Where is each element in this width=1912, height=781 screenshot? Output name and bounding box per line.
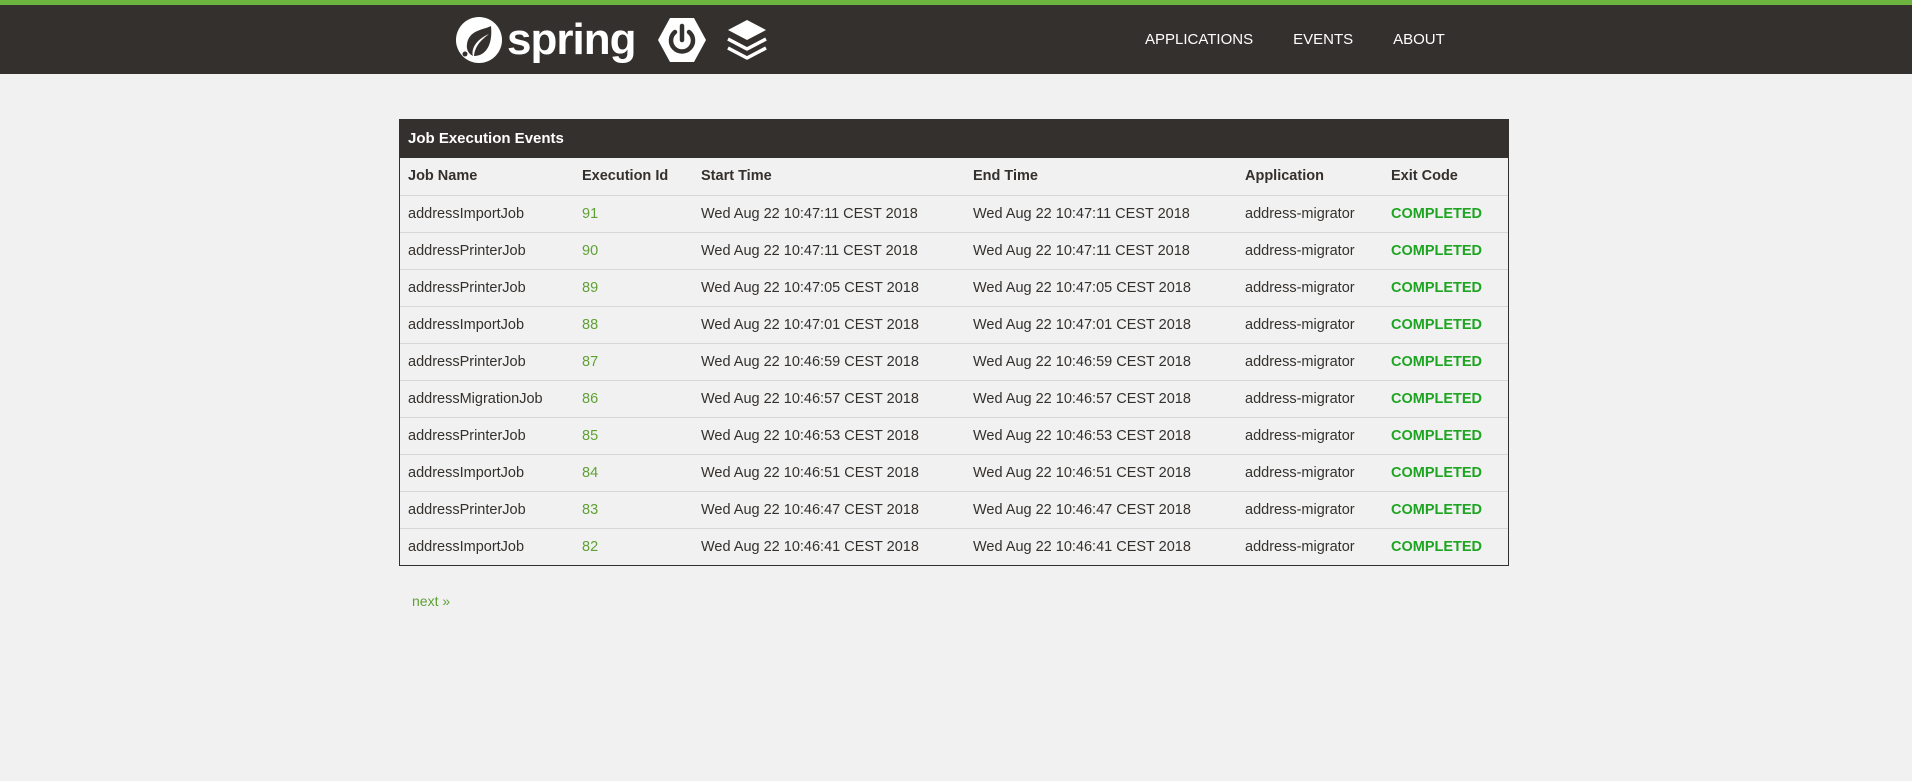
execution-id-link[interactable]: 83 — [582, 502, 598, 518]
table-row: addressPrinterJob 87 Wed Aug 22 10:46:59… — [400, 343, 1508, 381]
exit-code-cell: COMPLETED — [1383, 491, 1508, 529]
end-time-cell: Wed Aug 22 10:47:05 CEST 2018 — [965, 269, 1237, 307]
job-name-cell: addressImportJob — [400, 454, 574, 492]
exit-code-cell: COMPLETED — [1391, 538, 1483, 555]
application-cell: address-migrator — [1237, 491, 1383, 529]
end-time-cell: Wed Aug 22 10:46:47 CEST 2018 — [965, 491, 1237, 529]
start-time-cell: Wed Aug 22 10:47:01 CEST 2018 — [693, 306, 965, 344]
application-cell: address-migrator — [1237, 195, 1383, 233]
brand-wordmark: spring — [507, 15, 636, 64]
job-name-cell: addressMigrationJob — [400, 380, 574, 418]
application-cell: address-migrator — [1237, 269, 1383, 307]
execution-id-link[interactable]: 91 — [582, 206, 598, 222]
stack-layers-icon — [727, 20, 768, 60]
execution-id-link[interactable]: 90 — [582, 243, 598, 259]
job-name-cell: addressImportJob — [400, 306, 574, 344]
execution-id-link[interactable]: 85 — [582, 428, 598, 444]
application-cell: address-migrator — [1237, 232, 1383, 270]
table-row: addressImportJob 91 Wed Aug 22 10:47:11 … — [400, 195, 1508, 233]
table-header-row: Job Name Execution Id Start Time End Tim… — [400, 158, 1508, 196]
job-name-cell: addressPrinterJob — [400, 491, 574, 529]
exit-code-cell: COMPLETED — [1383, 232, 1508, 270]
column-header-execution-id: Execution Id — [574, 158, 693, 196]
application-cell: address-migrator — [1237, 380, 1383, 418]
execution-id-link[interactable]: 86 — [582, 391, 598, 407]
exit-code-cell: COMPLETED — [1383, 195, 1508, 233]
application-cell: address-migrator — [1237, 343, 1383, 381]
end-time-cell: Wed Aug 22 10:46:59 CEST 2018 — [965, 343, 1237, 381]
end-time-cell: Wed Aug 22 10:47:11 CEST 2018 — [965, 195, 1237, 233]
main-nav: APPLICATIONS EVENTS ABOUT — [1145, 31, 1485, 48]
job-execution-events-panel: Job Execution Events Job Name Execution … — [399, 119, 1509, 566]
table-row: addressPrinterJob 85 Wed Aug 22 10:46:53… — [400, 417, 1508, 455]
table-row: addressImportJob 82 Wed Aug 22 10:46:41 … — [400, 528, 1508, 565]
end-time-cell: Wed Aug 22 10:46:57 CEST 2018 — [965, 380, 1237, 418]
job-name-cell: addressImportJob — [408, 538, 525, 555]
exit-code-cell: COMPLETED — [1383, 306, 1508, 344]
execution-id-link[interactable]: 84 — [582, 465, 598, 481]
brand[interactable]: spring — [455, 15, 769, 65]
execution-id-link[interactable]: 87 — [582, 354, 598, 370]
exit-code-cell: COMPLETED — [1383, 454, 1508, 492]
spring-leaf-icon — [456, 17, 502, 63]
start-time-cell: Wed Aug 22 10:46:53 CEST 2018 — [693, 417, 965, 455]
pagination-next-link[interactable]: next » — [412, 593, 450, 609]
end-time-cell: Wed Aug 22 10:47:01 CEST 2018 — [965, 306, 1237, 344]
nav-events-link[interactable]: EVENTS — [1293, 31, 1353, 48]
table-row: addressPrinterJob 89 Wed Aug 22 10:47:05… — [400, 269, 1508, 307]
column-header-exit-code: Exit Code — [1383, 158, 1508, 196]
start-time-cell: Wed Aug 22 10:46:47 CEST 2018 — [693, 491, 965, 529]
start-time-cell: Wed Aug 22 10:47:11 CEST 2018 — [693, 195, 965, 233]
start-time-cell: Wed Aug 22 10:46:41 CEST 2018 — [701, 538, 919, 555]
end-time-cell: Wed Aug 22 10:47:11 CEST 2018 — [965, 232, 1237, 270]
start-time-cell: Wed Aug 22 10:46:51 CEST 2018 — [693, 454, 965, 492]
exit-code-cell: COMPLETED — [1383, 380, 1508, 418]
start-time-cell: Wed Aug 22 10:46:59 CEST 2018 — [693, 343, 965, 381]
nav-about-link[interactable]: ABOUT — [1393, 31, 1445, 48]
end-time-cell: Wed Aug 22 10:46:41 CEST 2018 — [973, 538, 1191, 555]
job-name-cell: addressImportJob — [400, 195, 574, 233]
start-time-cell: Wed Aug 22 10:47:05 CEST 2018 — [693, 269, 965, 307]
exit-code-cell: COMPLETED — [1383, 269, 1508, 307]
column-header-start-time: Start Time — [693, 158, 965, 196]
column-header-application: Application — [1237, 158, 1383, 196]
job-name-cell: addressPrinterJob — [400, 417, 574, 455]
spring-boot-power-icon — [658, 18, 707, 62]
execution-id-link[interactable]: 89 — [582, 280, 598, 296]
job-execution-table: Job Name Execution Id Start Time End Tim… — [400, 158, 1508, 565]
start-time-cell: Wed Aug 22 10:47:11 CEST 2018 — [693, 232, 965, 270]
execution-id-link[interactable]: 88 — [582, 317, 598, 333]
top-navbar: spring APPLICATIONS EVENTS ABOUT — [0, 0, 1912, 74]
table-row: addressImportJob 84 Wed Aug 22 10:46:51 … — [400, 454, 1508, 492]
execution-id-link[interactable]: 82 — [582, 539, 598, 555]
table-row: addressImportJob 88 Wed Aug 22 10:47:01 … — [400, 306, 1508, 344]
exit-code-cell: COMPLETED — [1383, 417, 1508, 455]
end-time-cell: Wed Aug 22 10:46:53 CEST 2018 — [965, 417, 1237, 455]
job-name-cell: addressPrinterJob — [400, 269, 574, 307]
application-cell: address-migrator — [1237, 454, 1383, 492]
application-cell: address-migrator — [1237, 306, 1383, 344]
table-row: addressPrinterJob 90 Wed Aug 22 10:47:11… — [400, 232, 1508, 270]
start-time-cell: Wed Aug 22 10:46:57 CEST 2018 — [693, 380, 965, 418]
end-time-cell: Wed Aug 22 10:46:51 CEST 2018 — [965, 454, 1237, 492]
job-name-cell: addressPrinterJob — [400, 343, 574, 381]
table-row: addressMigrationJob 86 Wed Aug 22 10:46:… — [400, 380, 1508, 418]
exit-code-cell: COMPLETED — [1383, 343, 1508, 381]
application-cell: address-migrator — [1245, 538, 1355, 555]
application-cell: address-migrator — [1237, 417, 1383, 455]
panel-title: Job Execution Events — [400, 120, 1508, 158]
job-name-cell: addressPrinterJob — [400, 232, 574, 270]
table-row: addressPrinterJob 83 Wed Aug 22 10:46:47… — [400, 491, 1508, 529]
column-header-job-name: Job Name — [400, 158, 574, 196]
column-header-end-time: End Time — [965, 158, 1237, 196]
nav-applications-link[interactable]: APPLICATIONS — [1145, 31, 1253, 48]
